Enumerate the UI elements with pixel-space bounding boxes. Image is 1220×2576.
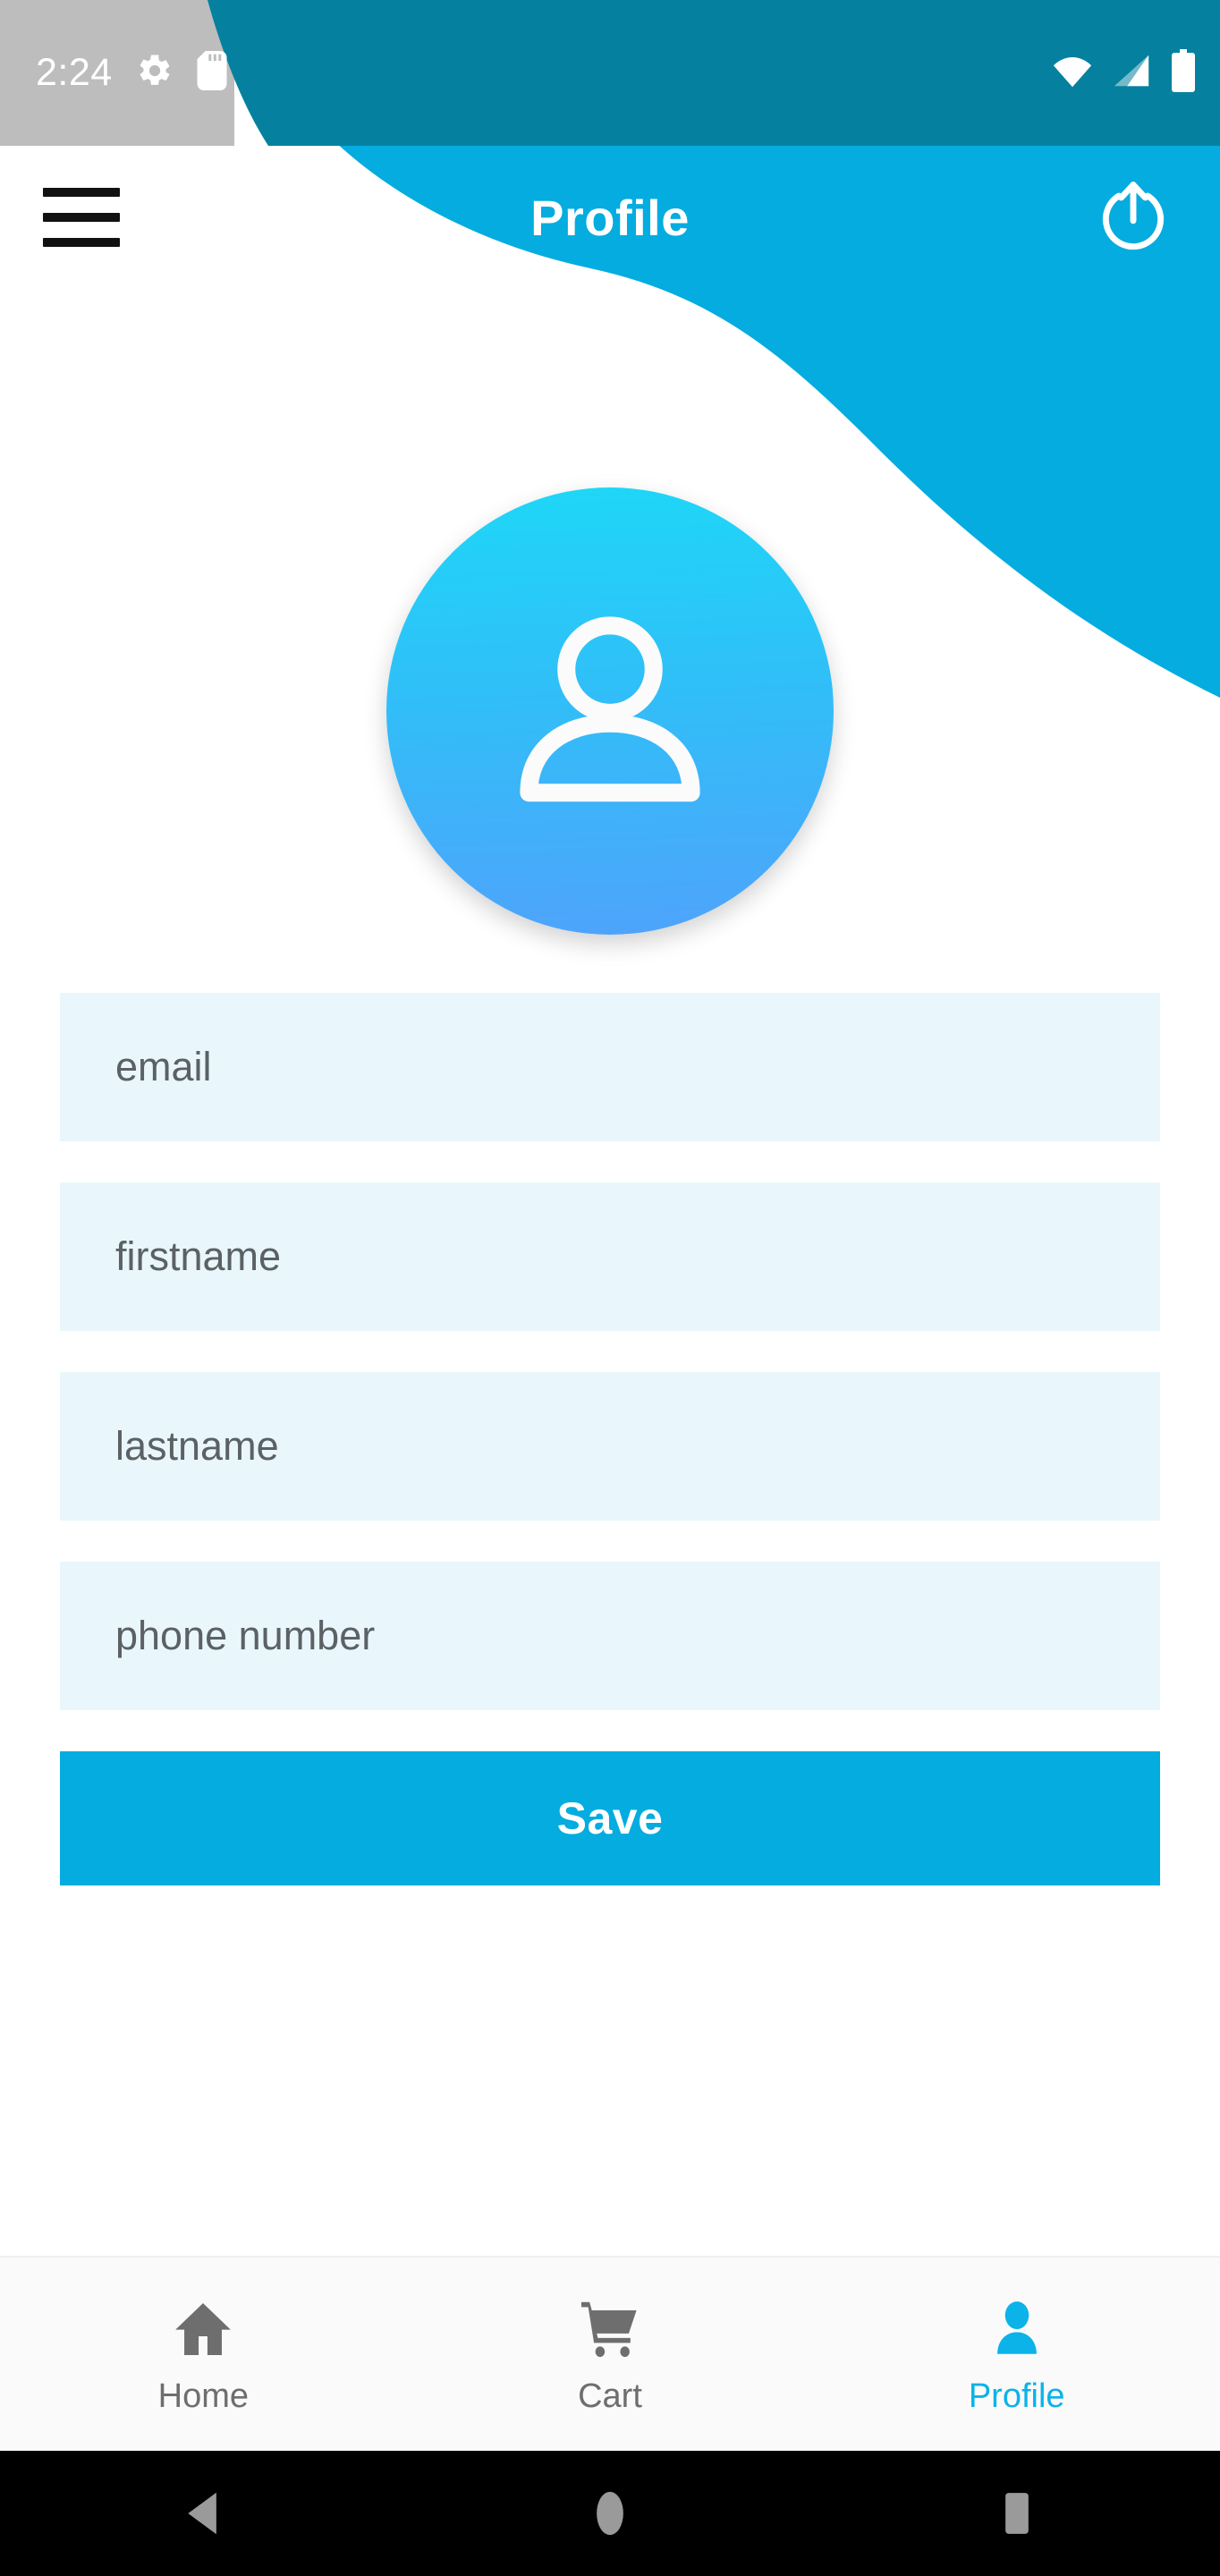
phone-number-field[interactable] <box>60 1562 1160 1710</box>
nav-label-cart: Cart <box>578 2377 642 2415</box>
nav-label-profile: Profile <box>968 2377 1065 2415</box>
status-bar-right-group <box>1052 0 1197 146</box>
hamburger-menu-icon[interactable] <box>43 186 120 249</box>
app-bar: Profile <box>0 146 1220 289</box>
menu-bar-3 <box>43 238 120 247</box>
home-icon <box>170 2296 236 2367</box>
avatar[interactable] <box>386 487 834 935</box>
status-bar-left-group: 2:24 <box>0 0 227 146</box>
person-icon <box>984 2296 1050 2367</box>
page-title: Profile <box>530 189 690 246</box>
cart-icon <box>577 2296 643 2367</box>
nav-item-cart[interactable]: Cart <box>407 2258 814 2451</box>
logout-icon[interactable] <box>1089 174 1177 261</box>
bottom-navigation-bar: Home Cart Profile <box>0 2256 1220 2451</box>
nav-item-profile[interactable]: Profile <box>813 2258 1220 2451</box>
firstname-field[interactable] <box>60 1182 1160 1331</box>
profile-form: Save <box>60 993 1160 1885</box>
menu-bar-2 <box>43 213 120 222</box>
lastname-field[interactable] <box>60 1372 1160 1521</box>
home-circle-icon[interactable] <box>556 2451 664 2576</box>
save-button[interactable]: Save <box>60 1751 1160 1885</box>
recents-square-icon[interactable] <box>963 2451 1071 2576</box>
battery-icon <box>1170 49 1197 97</box>
status-bar-clock: 2:24 <box>36 51 113 94</box>
android-navigation-bar <box>0 2451 1220 2576</box>
android-status-bar: 2:24 <box>0 0 1220 146</box>
wifi-icon <box>1052 50 1093 96</box>
nav-label-home: Home <box>157 2377 250 2415</box>
back-triangle-icon[interactable] <box>149 2451 257 2576</box>
cellular-signal-icon <box>1111 50 1152 96</box>
sd-card-icon <box>197 51 227 95</box>
nav-item-home[interactable]: Home <box>0 2258 407 2451</box>
settings-gear-icon <box>136 52 174 94</box>
user-person-icon <box>520 616 700 802</box>
menu-bar-1 <box>43 188 120 197</box>
email-field[interactable] <box>60 993 1160 1141</box>
